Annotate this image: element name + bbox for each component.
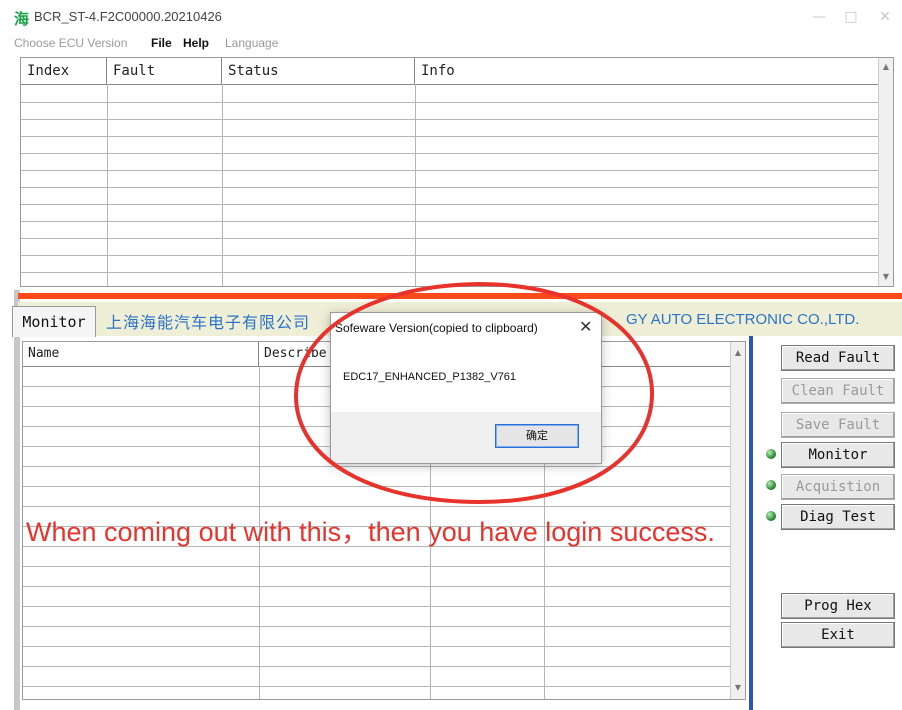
fault-table-scrollbar[interactable]: ▲ ▼: [878, 58, 893, 286]
prog-hex-button[interactable]: Prog Hex: [781, 593, 895, 619]
table-row[interactable]: [21, 102, 893, 103]
header-divider: [21, 84, 893, 85]
table-row[interactable]: [21, 272, 893, 273]
table-row[interactable]: [21, 136, 893, 137]
exit-button[interactable]: Exit: [781, 622, 895, 648]
app-icon: 海: [14, 10, 30, 28]
panel-separator: [749, 336, 753, 710]
annotation-ellipse: [293, 281, 655, 505]
window-title: BCR_ST-4.F2C00000.20210426: [34, 9, 222, 24]
table-row[interactable]: [23, 606, 731, 607]
table-row[interactable]: [23, 586, 731, 587]
acquistion-button[interactable]: Acquistion: [781, 474, 895, 500]
table-row[interactable]: [21, 170, 893, 171]
menu-file[interactable]: File: [151, 36, 172, 50]
menu-bar: Choose ECU Version File Help Language: [0, 34, 902, 54]
tab-monitor[interactable]: Monitor: [12, 306, 96, 337]
column-header-name[interactable]: Name: [23, 342, 259, 366]
menu-language[interactable]: Language: [225, 36, 278, 50]
scroll-down-arrow-icon[interactable]: ▼: [731, 681, 745, 695]
scroll-up-arrow-icon[interactable]: ▲: [879, 60, 893, 74]
read-fault-button[interactable]: Read Fault: [781, 345, 895, 371]
table-row[interactable]: [23, 566, 731, 567]
clean-fault-button[interactable]: Clean Fault: [781, 378, 895, 404]
table-row[interactable]: [21, 255, 893, 256]
minimize-button[interactable]: —: [804, 6, 834, 28]
monitor-button[interactable]: Monitor: [781, 442, 895, 468]
table-row[interactable]: [23, 646, 731, 647]
fault-table[interactable]: Index Fault Status Info ▲ ▼: [20, 57, 894, 287]
company-name-chinese: 上海海能汽车电子有限公司: [106, 313, 311, 332]
table-row[interactable]: [21, 119, 893, 120]
table-row[interactable]: [23, 626, 731, 627]
scroll-up-arrow-icon[interactable]: ▲: [731, 346, 745, 360]
table-row[interactable]: [21, 221, 893, 222]
column-header-info[interactable]: Info: [415, 58, 879, 84]
column-header-fault[interactable]: Fault: [107, 58, 222, 84]
diag-test-status-led-icon: [766, 511, 776, 521]
menu-help[interactable]: Help: [183, 36, 209, 50]
maximize-button[interactable]: □: [836, 6, 866, 28]
save-fault-button[interactable]: Save Fault: [781, 412, 895, 438]
table-row[interactable]: [23, 686, 731, 687]
monitor-table-scrollbar[interactable]: ▲ ▼: [730, 342, 745, 699]
table-row[interactable]: [21, 187, 893, 188]
title-bar: 海 BCR_ST-4.F2C00000.20210426 — □ ✕: [0, 0, 902, 34]
table-row[interactable]: [21, 238, 893, 239]
monitor-status-led-icon: [766, 449, 776, 459]
splitter-left-edge: [14, 290, 20, 710]
scroll-down-arrow-icon[interactable]: ▼: [879, 270, 893, 284]
menu-choose-ecu-version[interactable]: Choose ECU Version: [14, 36, 127, 50]
diag-test-button[interactable]: Diag Test: [781, 504, 895, 530]
column-header-status[interactable]: Status: [222, 58, 415, 84]
annotation-text: When coming out with this，then you have …: [26, 517, 715, 547]
column-header-index[interactable]: Index: [21, 58, 107, 84]
acquistion-status-led-icon: [766, 480, 776, 490]
table-row[interactable]: [23, 666, 731, 667]
table-row[interactable]: [21, 153, 893, 154]
table-row[interactable]: [21, 204, 893, 205]
close-button[interactable]: ✕: [870, 6, 900, 28]
